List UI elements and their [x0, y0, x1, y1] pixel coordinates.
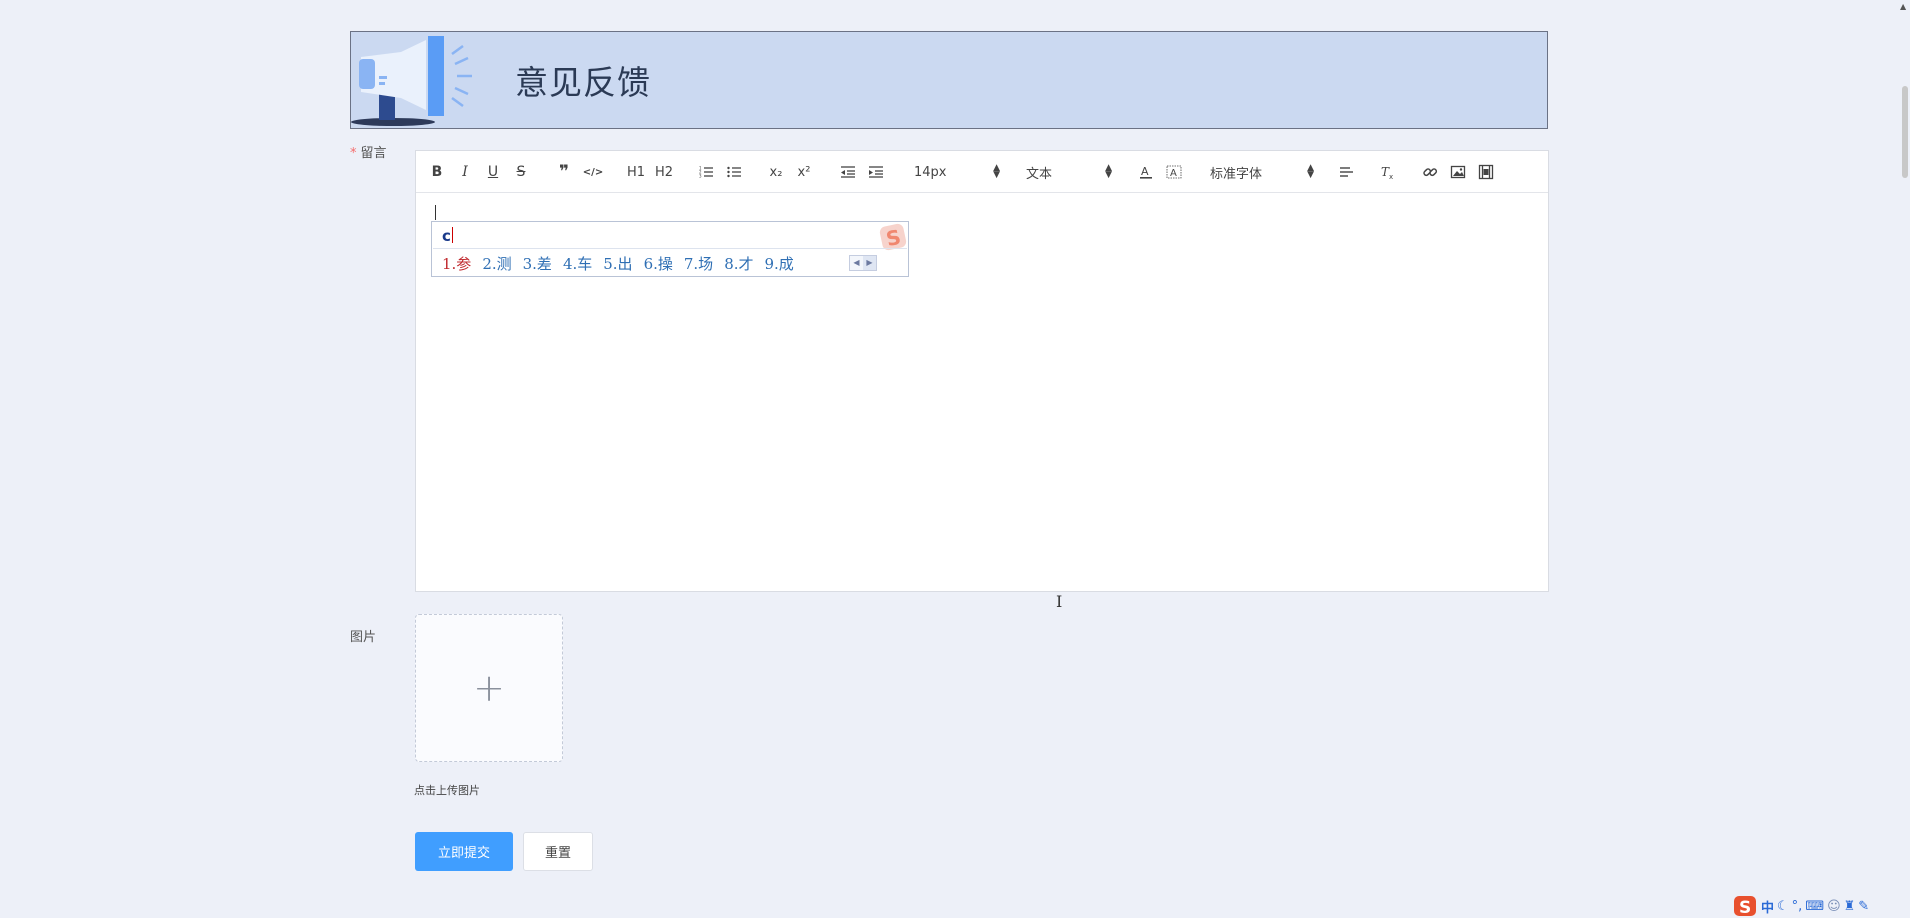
punctuation-icon[interactable]: °,: [1792, 899, 1803, 914]
font-color-icon[interactable]: A: [1138, 162, 1154, 182]
svg-text:x: x: [1389, 173, 1393, 181]
keyboard-icon[interactable]: ⌨: [1805, 899, 1824, 914]
svg-text:S: S: [1739, 898, 1751, 918]
ime-next-page-icon[interactable]: ▶: [863, 256, 876, 270]
reset-button[interactable]: 重置: [523, 832, 593, 871]
ime-candidate-list: 1.参 2.测 3.差 4.车 5.出 6.操 7.场 8.才 9.成: [442, 253, 805, 274]
message-label-text: 留言: [360, 146, 387, 161]
ime-prev-page-icon[interactable]: ◀: [850, 256, 863, 270]
svg-text:A: A: [1170, 168, 1177, 179]
shirt-icon[interactable]: ♜: [1844, 899, 1856, 914]
rich-text-editor[interactable]: B I U S ❞ </> H1 H2 123 x₂ x² 14px ▲ ▼ 文…: [415, 150, 1549, 611]
background-color-icon[interactable]: A: [1166, 162, 1182, 182]
ime-candidate[interactable]: 8.才: [724, 255, 753, 273]
moon-icon[interactable]: ☾: [1777, 899, 1789, 914]
ordered-list-icon[interactable]: 123: [698, 162, 714, 182]
align-icon[interactable]: [1338, 162, 1354, 182]
plus-icon: +: [473, 666, 505, 710]
image-upload-area[interactable]: +: [415, 614, 563, 762]
header-value: 文本: [1026, 166, 1053, 182]
clear-format-icon[interactable]: T x: [1380, 162, 1396, 182]
header1-button[interactable]: H1: [626, 162, 646, 182]
video-icon[interactable]: [1478, 162, 1494, 182]
text-cursor-icon: I: [1056, 592, 1063, 611]
ime-candidate[interactable]: 4.车: [563, 255, 592, 273]
svg-text:3: 3: [699, 174, 702, 179]
ime-candidate[interactable]: 6.操: [644, 255, 673, 273]
ime-candidate[interactable]: 5.出: [603, 255, 632, 273]
feedback-banner: 意见反馈: [350, 31, 1548, 129]
strike-button[interactable]: S: [514, 162, 528, 182]
submit-button[interactable]: 立即提交: [415, 832, 513, 871]
select-arrows-icon: ▲ ▼: [993, 163, 1000, 180]
font-family-select[interactable]: 标准字体 ▲ ▼: [1210, 162, 1314, 182]
font-family-value: 标准字体: [1210, 166, 1263, 182]
code-block-button[interactable]: </>: [583, 162, 603, 182]
ime-candidate[interactable]: 1.参: [442, 255, 471, 273]
subscript-button[interactable]: x₂: [768, 162, 784, 182]
message-label: * 留言: [350, 142, 387, 161]
user-icon[interactable]: ☺: [1827, 899, 1841, 914]
bold-button[interactable]: B: [430, 162, 444, 182]
underline-button[interactable]: U: [486, 162, 500, 182]
ime-candidate-window[interactable]: c S 1.参 2.测 3.差 4.车 5.出 6.操 7.场 8.才 9.成 ◀ ▶: [431, 221, 909, 277]
megaphone-icon: [351, 36, 472, 126]
bullet-list-icon[interactable]: [726, 162, 742, 182]
sogou-logo-icon: S: [1734, 896, 1756, 918]
scroll-up-arrow-icon[interactable]: ▲: [1900, 2, 1906, 11]
wrench-icon[interactable]: ✎: [1858, 899, 1869, 914]
header-select[interactable]: 文本 ▲ ▼: [1026, 162, 1112, 182]
input-mode-toggle[interactable]: 中: [1761, 897, 1774, 916]
required-mark: *: [350, 146, 357, 161]
superscript-button[interactable]: x²: [796, 162, 812, 182]
font-size-value: 14px: [914, 164, 947, 180]
image-icon[interactable]: [1450, 162, 1466, 182]
ime-pager[interactable]: ◀ ▶: [849, 255, 877, 271]
ime-candidate[interactable]: 7.场: [684, 255, 713, 273]
text-caret: [435, 205, 436, 220]
editor-toolbar: B I U S ❞ </> H1 H2 123 x₂ x² 14px ▲ ▼ 文…: [416, 151, 1548, 193]
outdent-icon[interactable]: [840, 162, 856, 182]
header2-button[interactable]: H2: [654, 162, 674, 182]
select-arrows-icon: ▲ ▼: [1105, 163, 1112, 180]
ime-status-bar[interactable]: S 中 ☾ °, ⌨ ☺ ♜ ✎: [1732, 894, 1869, 918]
page-title: 意见反馈: [515, 63, 651, 102]
ime-candidate[interactable]: 2.测: [482, 255, 511, 273]
image-label: 图片: [350, 630, 377, 645]
select-arrows-icon: ▲ ▼: [1307, 163, 1314, 180]
font-size-select[interactable]: 14px ▲ ▼: [914, 162, 1000, 182]
indent-icon[interactable]: [868, 162, 884, 182]
link-icon[interactable]: [1422, 162, 1438, 182]
ime-candidate[interactable]: 9.成: [765, 255, 794, 273]
page-scrollbar[interactable]: ▲: [1898, 0, 1910, 918]
ime-candidate[interactable]: 3.差: [523, 255, 552, 273]
ime-composition: c: [442, 227, 453, 245]
blockquote-button[interactable]: ❞: [556, 162, 572, 182]
scroll-thumb[interactable]: [1902, 86, 1908, 178]
upload-hint: 点击上传图片: [414, 784, 480, 797]
svg-text:A: A: [1141, 165, 1149, 178]
italic-button[interactable]: I: [458, 162, 472, 182]
